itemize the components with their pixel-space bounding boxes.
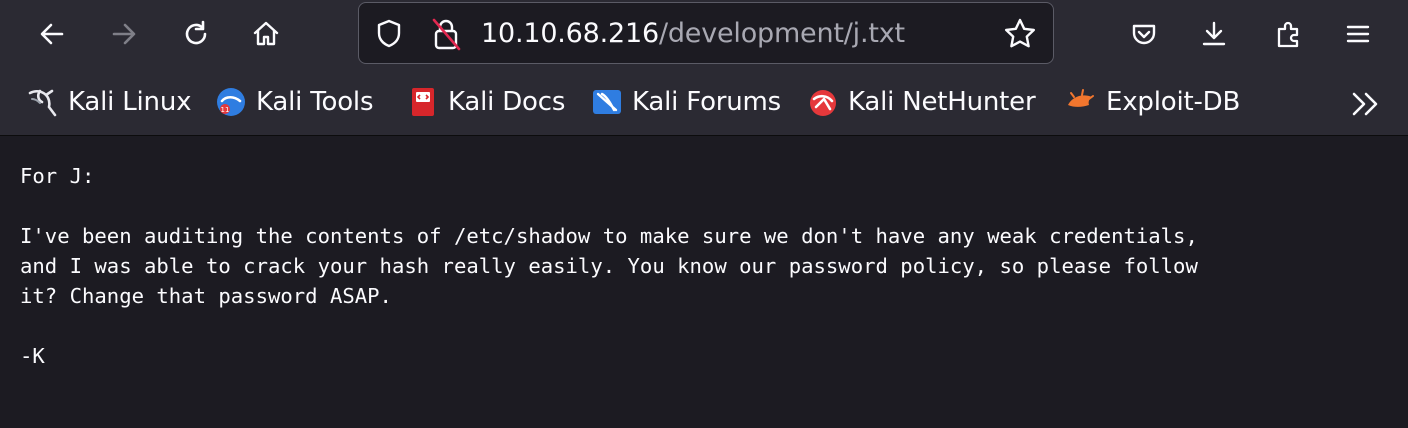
bookmark-label: Exploit-DB	[1106, 87, 1241, 117]
address-bar[interactable]: 10.10.68.216/development/j.txt	[358, 2, 1054, 64]
text-line	[20, 191, 1400, 221]
url-host: 10.10.68.216	[481, 18, 659, 49]
bookmarks-overflow-chevron-icon[interactable]	[1346, 86, 1386, 122]
extensions-button[interactable]	[1266, 12, 1310, 56]
bookmark-kali-linux[interactable]: Kali Linux	[26, 84, 191, 120]
nav-toolbar: 10.10.68.216/development/j.txt	[0, 0, 1408, 68]
pocket-icon	[1132, 24, 1156, 45]
kali-dragon-icon	[28, 89, 57, 117]
bookmark-star-icon[interactable]	[1003, 17, 1037, 51]
page-content: For J: I've been auditing the contents of…	[0, 137, 1408, 428]
bookmark-label: Kali Linux	[68, 87, 192, 117]
bookmark-label: Kali Tools	[256, 87, 374, 117]
home-icon	[253, 21, 279, 46]
forward-button[interactable]	[102, 12, 146, 56]
kali-nethunter-icon	[810, 90, 836, 116]
kali-forums-icon	[593, 90, 621, 114]
bookmark-kali-docs[interactable]: Kali Docs	[406, 84, 565, 120]
insecure-lock-icon[interactable]	[429, 16, 463, 52]
downloads-button[interactable]	[1192, 12, 1236, 56]
text-line: For J:	[20, 164, 95, 188]
bookmark-label: Kali NetHunter	[848, 87, 1036, 117]
home-button[interactable]	[244, 12, 288, 56]
bookmark-label: Kali Docs	[448, 87, 566, 117]
pocket-button[interactable]	[1122, 12, 1166, 56]
svg-text:11: 11	[221, 106, 230, 114]
download-icon	[1202, 21, 1226, 46]
bookmarks-toolbar: Kali Linux 11 Kali Tools Kali Docs Kali …	[0, 68, 1408, 136]
kali-docs-icon	[412, 88, 434, 116]
puzzle-icon	[1277, 21, 1299, 48]
menu-button[interactable]	[1336, 12, 1380, 56]
bookmark-kali-nethunter[interactable]: Kali NetHunter	[806, 84, 1036, 120]
reload-icon	[185, 20, 207, 45]
text-line: I've been auditing the contents of /etc/…	[20, 224, 1198, 248]
hamburger-menu-icon	[1346, 25, 1370, 43]
url-path: /development/j.txt	[658, 18, 905, 49]
bookmark-kali-tools[interactable]: 11 Kali Tools	[214, 84, 373, 120]
bookmark-label: Kali Forums	[632, 87, 782, 117]
text-line: it? Change that password ASAP.	[20, 284, 392, 308]
tracking-shield-icon[interactable]	[373, 18, 405, 50]
text-line: -K	[20, 344, 45, 368]
exploit-db-icon	[1068, 89, 1094, 107]
text-line: and I was able to crack your hash really…	[20, 254, 1198, 278]
arrow-left-icon	[40, 23, 64, 45]
back-button[interactable]	[30, 12, 74, 56]
url-text[interactable]: 10.10.68.216/development/j.txt	[481, 17, 905, 51]
bookmark-exploit-db[interactable]: Exploit-DB	[1064, 84, 1240, 120]
plain-text-document: For J: I've been auditing the contents of…	[20, 161, 1400, 371]
text-line	[20, 311, 1400, 341]
reload-button[interactable]	[174, 12, 218, 56]
arrow-right-icon	[112, 23, 136, 45]
kali-tools-icon: 11	[217, 88, 245, 116]
bookmark-kali-forums[interactable]: Kali Forums	[590, 84, 781, 120]
